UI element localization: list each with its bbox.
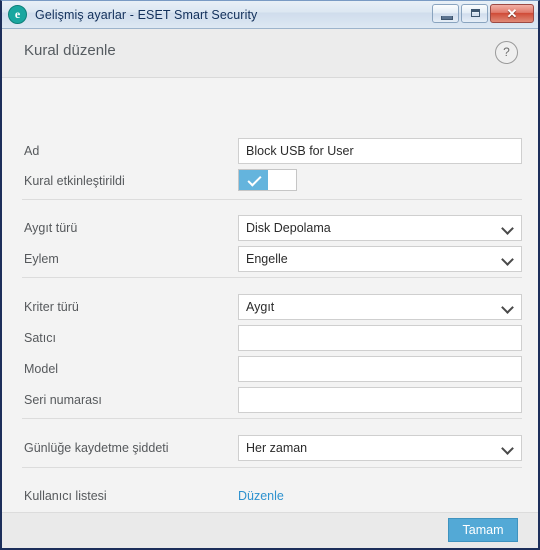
rule-enabled-label: Kural etkinleştirildi [24,174,125,188]
form-row-vendor: Satıcı [2,323,538,353]
advanced-settings-window: e Gelişmiş ayarlar - ESET Smart Security… [0,0,540,550]
criteria-type-label: Kriter türü [24,300,79,314]
form-row-criteria-type: Kriter türü Aygıt [2,292,538,322]
criteria-type-select[interactable]: Aygıt [238,294,522,320]
form-row-rule-enabled: Kural etkinleştirildi [2,166,538,196]
form-row-user-list: Kullanıcı listesi Düzenle [2,481,538,511]
device-type-label: Aygıt türü [24,221,78,235]
close-icon: ✕ [506,6,518,21]
dialog-footer: Tamam [2,512,538,548]
form-row-serial-number: Seri numarası [2,385,538,415]
title-bar: e Gelişmiş ayarlar - ESET Smart Security… [2,1,538,29]
minimize-button[interactable] [432,4,459,23]
eset-logo-icon: e [8,5,27,24]
serial-number-label: Seri numarası [24,393,102,407]
dialog-header: Kural düzenle ? [2,29,538,78]
ok-button[interactable]: Tamam [448,518,518,542]
action-label: Eylem [24,252,59,266]
logging-severity-label: Günlüğe kaydetme şiddeti [24,441,169,455]
model-label: Model [24,362,59,376]
name-input[interactable]: Block USB for User [238,138,522,164]
vendor-input[interactable] [238,325,522,351]
help-icon[interactable]: ? [495,41,518,64]
minimize-icon [441,16,453,20]
form-row-action: Eylem Engelle [2,244,538,274]
user-list-edit-link[interactable]: Düzenle [238,481,284,511]
toggle-on-check-icon [239,170,268,190]
form-row-logging-severity: Günlüğe kaydetme şiddeti Her zaman [2,433,538,463]
divider-1 [22,199,522,200]
page-title: Kural düzenle [24,42,116,59]
chevron-down-icon [503,255,512,264]
divider-3 [22,418,522,419]
chevron-down-icon [503,303,512,312]
rule-enabled-toggle[interactable] [238,169,297,191]
model-input[interactable] [238,356,522,382]
form-row-model: Model [2,354,538,384]
close-button[interactable]: ✕ [490,4,534,23]
vendor-label: Satıcı [24,331,56,345]
chevron-down-icon [503,444,512,453]
serial-number-input[interactable] [238,387,522,413]
maximize-icon [471,9,480,17]
device-type-select[interactable]: Disk Depolama [238,215,522,241]
form-row-device-type: Aygıt türü Disk Depolama [2,213,538,243]
name-label: Ad [24,144,40,158]
window-title: Gelişmiş ayarlar - ESET Smart Security [35,7,258,22]
form-row-name: Ad Block USB for User [2,136,538,166]
window-controls: ✕ [432,4,534,23]
divider-4 [22,467,522,468]
maximize-button[interactable] [461,4,488,23]
form-content: Ad Block USB for User Kural etkinleştiri… [2,78,538,512]
logging-severity-select[interactable]: Her zaman [238,435,522,461]
action-select[interactable]: Engelle [238,246,522,272]
divider-2 [22,277,522,278]
toggle-off-track [268,170,296,190]
chevron-down-icon [503,224,512,233]
user-list-label: Kullanıcı listesi [24,489,107,503]
